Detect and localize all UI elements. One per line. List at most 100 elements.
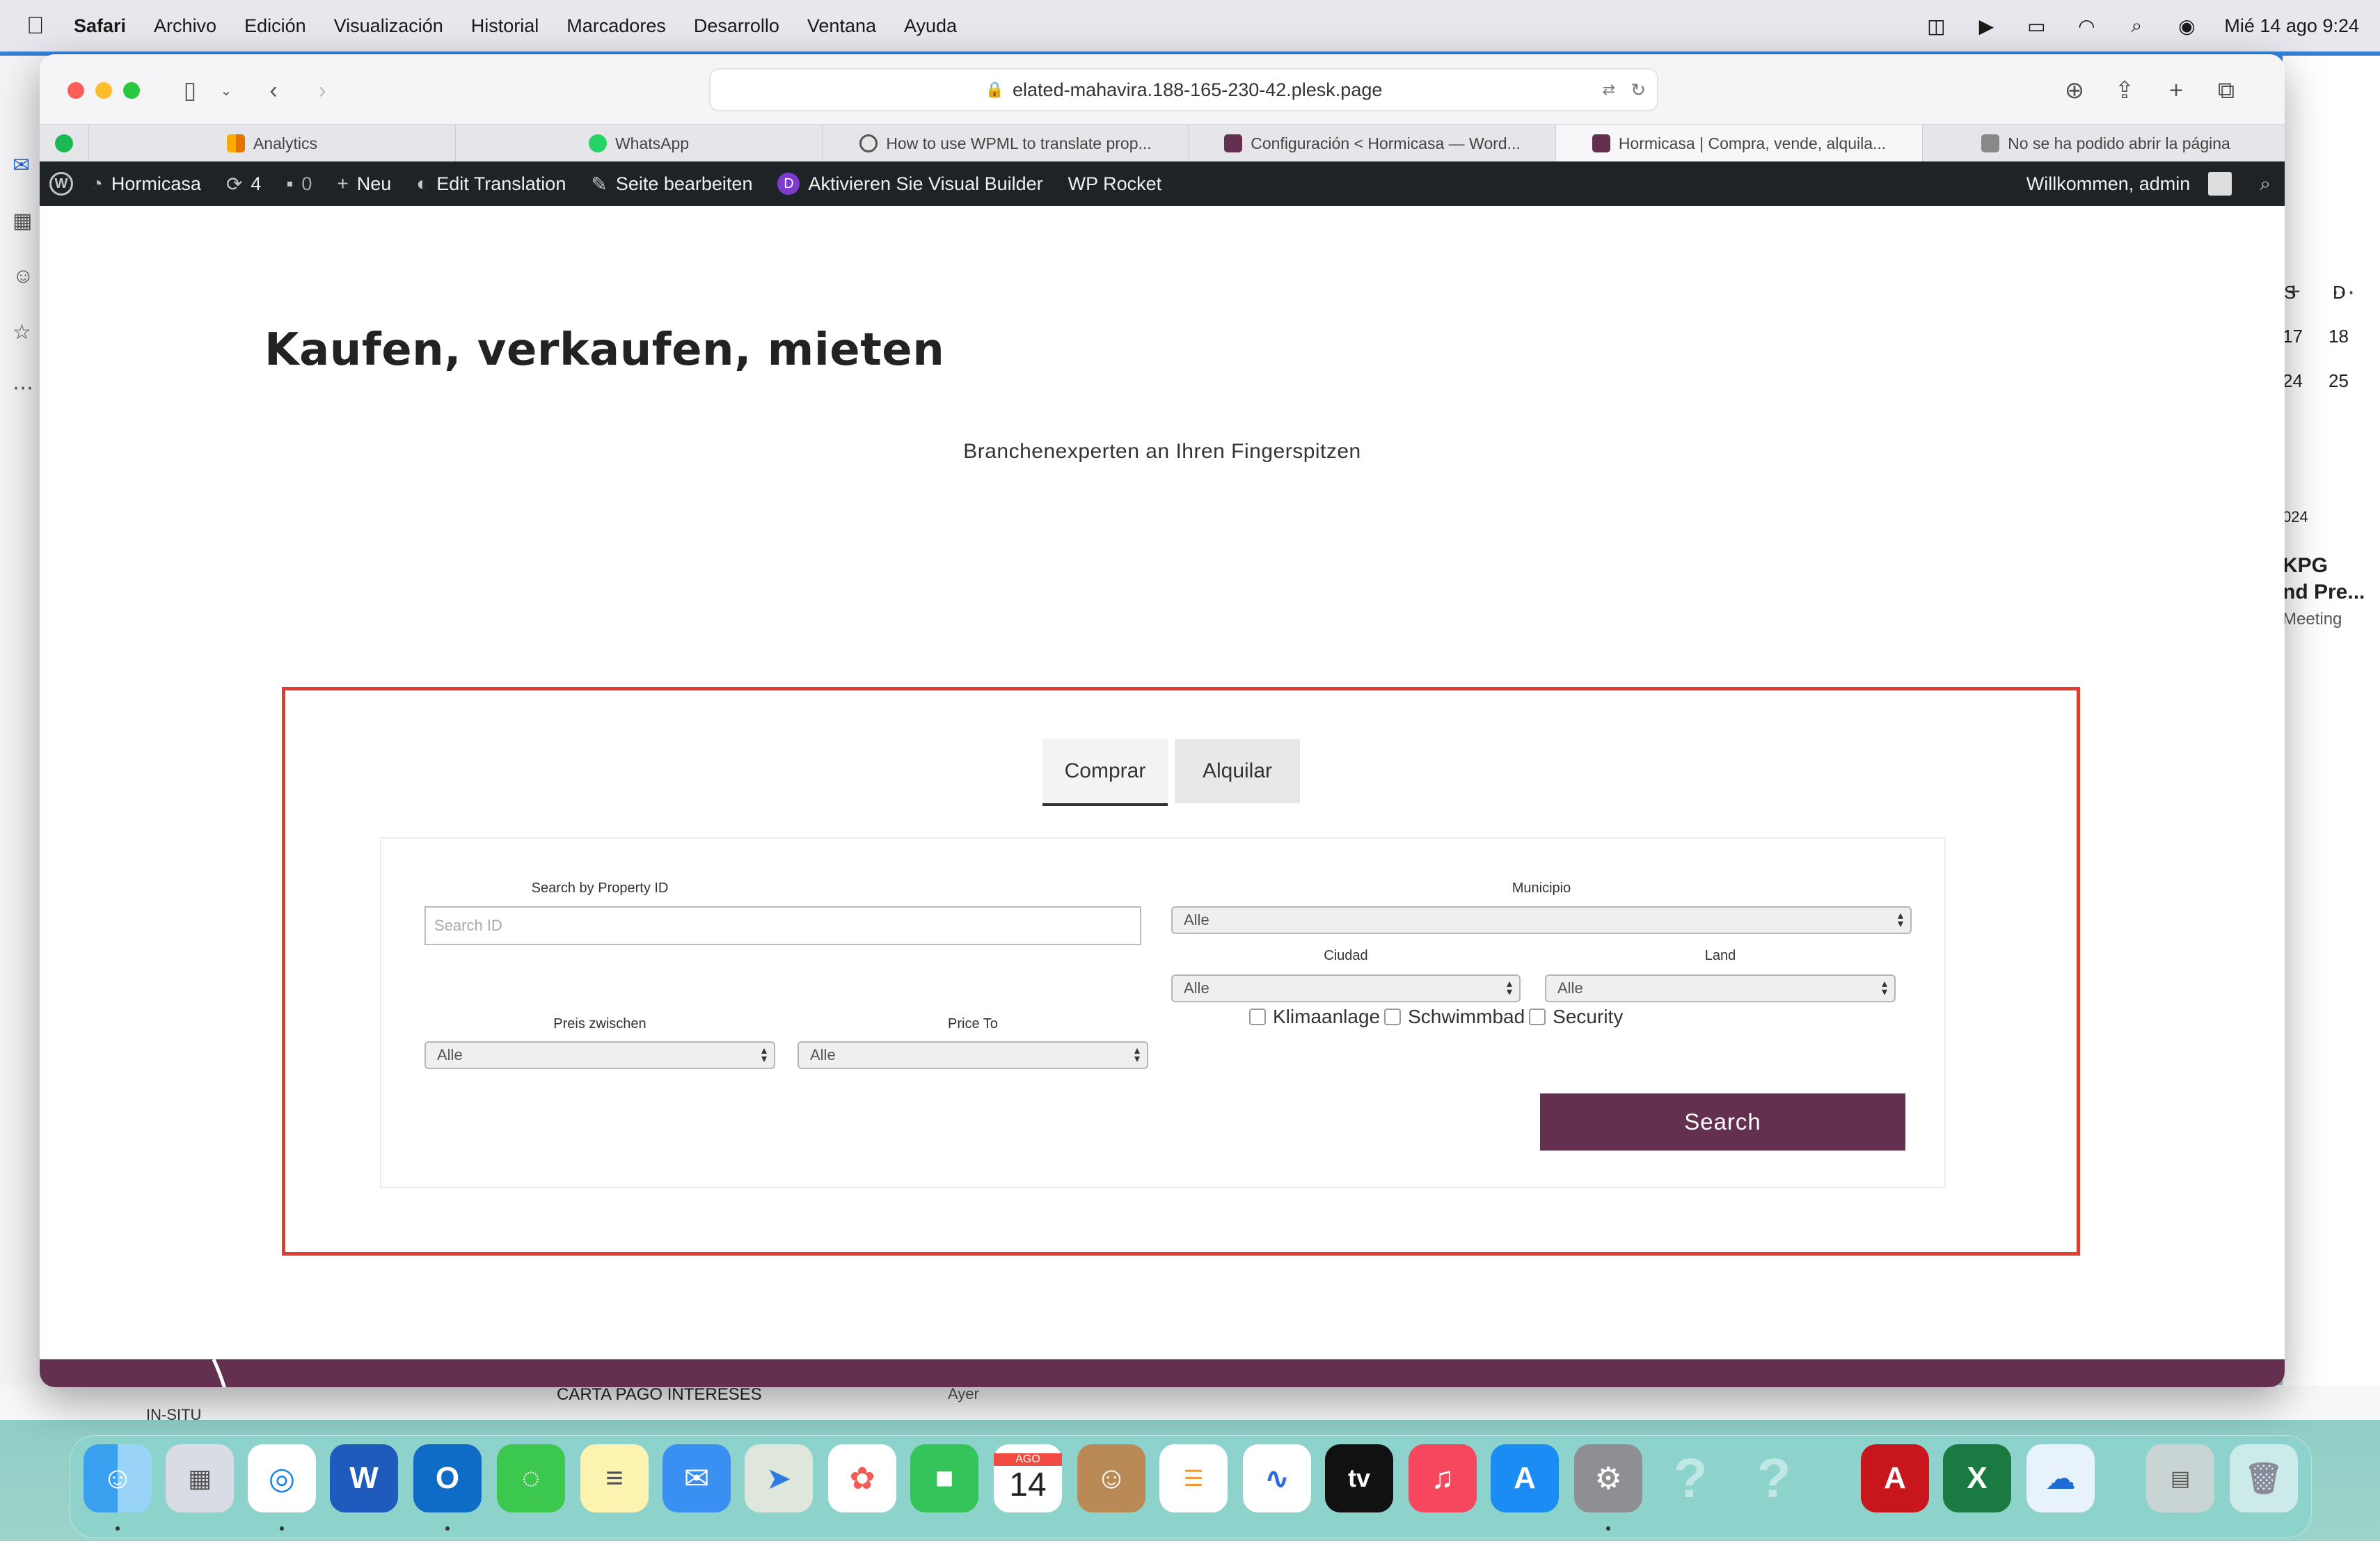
- mail-folder[interactable]: IN-SITU: [146, 1406, 201, 1424]
- back-icon[interactable]: ‹: [255, 72, 292, 109]
- tab-wpml[interactable]: How to use WPML to translate prop...: [823, 125, 1189, 162]
- notes-icon[interactable]: ≡: [580, 1444, 649, 1512]
- menu-ventana[interactable]: Ventana: [807, 15, 876, 37]
- tab-spotify[interactable]: [40, 125, 89, 162]
- contacts-icon[interactable]: ☺: [13, 264, 34, 288]
- sidebar-toggle-icon[interactable]: ▯: [172, 72, 208, 109]
- word-icon[interactable]: W: [330, 1444, 398, 1512]
- tab-configuracion[interactable]: Configuración < Hormicasa — Word...: [1189, 125, 1556, 162]
- close-window-button[interactable]: [68, 82, 84, 99]
- facetime-icon[interactable]: ■: [910, 1444, 978, 1512]
- tab-whatsapp[interactable]: WhatsApp: [456, 125, 823, 162]
- tab-analytics[interactable]: Analytics: [89, 125, 456, 162]
- control-center-icon[interactable]: ◉: [2174, 15, 2199, 37]
- battery-icon[interactable]: ▭: [2024, 15, 2049, 37]
- search-button[interactable]: Search: [1540, 1093, 1905, 1151]
- menu-visualizacion[interactable]: Visualización: [334, 15, 443, 37]
- trash-icon[interactable]: 🗑: [2230, 1444, 2298, 1512]
- calendar-day[interactable]: 18: [2329, 326, 2349, 347]
- share-icon[interactable]: ⇪: [2107, 72, 2143, 109]
- search-icon[interactable]: ⌕: [2260, 173, 2271, 196]
- edit-translation-link[interactable]: ◐ Edit Translation: [416, 173, 566, 195]
- download-icon[interactable]: ⊕: [2056, 72, 2093, 109]
- ciudad-select[interactable]: Alle ▴ ▾: [1171, 974, 1521, 1002]
- tab-overview-icon[interactable]: ⧉: [2208, 72, 2244, 109]
- new-content-link[interactable]: + Neu: [337, 173, 391, 195]
- outlook-status-icon[interactable]: ◫: [1923, 15, 1949, 37]
- app-store-icon[interactable]: A: [1491, 1444, 1559, 1512]
- calendar-icon[interactable]: AGO 14: [994, 1444, 1062, 1512]
- more-icon[interactable]: ⋯: [13, 376, 33, 400]
- checkbox[interactable]: [1529, 1009, 1546, 1025]
- mail-icon[interactable]: ✉: [663, 1444, 731, 1512]
- menu-archivo[interactable]: Archivo: [154, 15, 216, 37]
- visual-builder-link[interactable]: D Aktivieren Sie Visual Builder: [777, 173, 1043, 195]
- launchpad-icon[interactable]: ▦: [166, 1444, 234, 1512]
- mail-subject[interactable]: CARTA PAGO INTERESES: [557, 1385, 762, 1405]
- acrobat-icon[interactable]: A: [1861, 1444, 1929, 1512]
- tab-error[interactable]: No se ha podido abrir la página: [1923, 125, 2285, 162]
- reminders-icon[interactable]: ☰: [1159, 1444, 1228, 1512]
- forward-icon[interactable]: ›: [304, 72, 340, 109]
- minimize-window-button[interactable]: [95, 82, 112, 99]
- messages-icon[interactable]: ◌: [497, 1444, 565, 1512]
- checkbox-security[interactable]: Security: [1529, 1006, 1623, 1028]
- updates-link[interactable]: ⟳ 4: [226, 173, 262, 196]
- unknown-app-icon[interactable]: ?: [1740, 1444, 1808, 1512]
- menu-desarrollo[interactable]: Desarrollo: [694, 15, 779, 37]
- calendar-icon[interactable]: ▦: [13, 209, 32, 233]
- system-settings-icon[interactable]: ⚙: [1574, 1444, 1642, 1512]
- apple-tv-icon[interactable]: tv: [1325, 1444, 1393, 1512]
- music-icon[interactable]: ♫: [1409, 1444, 1477, 1512]
- menu-historial[interactable]: Historial: [471, 15, 539, 37]
- play-icon[interactable]: ▶: [1974, 15, 1999, 37]
- land-select[interactable]: Alle ▴ ▾: [1545, 974, 1896, 1002]
- price-to-select[interactable]: Alle ▴ ▾: [798, 1041, 1148, 1069]
- welcome-link[interactable]: Willkommen, admin: [2026, 173, 2191, 195]
- menu-ayuda[interactable]: Ayuda: [904, 15, 957, 37]
- checkbox-schwimmbad[interactable]: Schwimmbad: [1384, 1006, 1525, 1028]
- star-icon[interactable]: ☆: [13, 320, 31, 345]
- photos-icon[interactable]: ✿: [828, 1444, 896, 1512]
- checkbox[interactable]: [1249, 1009, 1266, 1025]
- contacts-icon[interactable]: ☺: [1077, 1444, 1145, 1512]
- edit-page-link[interactable]: ✎ Seite bearbeiten: [591, 173, 752, 196]
- apple-icon[interactable]: : [26, 13, 54, 40]
- event-title[interactable]: KPG: [2283, 554, 2328, 578]
- address-bar[interactable]: 🔒 elated-mahavira.188-165-230-42.plesk.p…: [709, 68, 1658, 111]
- translate-icon[interactable]: ⇄: [1603, 81, 1615, 99]
- zoom-window-button[interactable]: [123, 82, 140, 99]
- unknown-app-icon[interactable]: ?: [1656, 1444, 1724, 1512]
- document-stack-icon[interactable]: ▤: [2146, 1444, 2214, 1512]
- menu-edicion[interactable]: Edición: [244, 15, 306, 37]
- chevron-down-icon[interactable]: ⌄: [208, 72, 244, 109]
- excel-icon[interactable]: X: [1943, 1444, 2011, 1512]
- menubar-clock[interactable]: Mié 14 ago 9:24: [2224, 15, 2359, 37]
- avatar[interactable]: [2208, 172, 2232, 196]
- freeform-icon[interactable]: ∿: [1243, 1444, 1311, 1512]
- mail-icon[interactable]: ✉: [13, 153, 30, 177]
- menu-marcadores[interactable]: Marcadores: [566, 15, 666, 37]
- checkbox[interactable]: [1384, 1009, 1402, 1025]
- safari-icon[interactable]: ◎: [248, 1444, 316, 1512]
- menu-safari[interactable]: Safari: [74, 15, 126, 37]
- spotlight-search-icon[interactable]: ⌕: [2124, 15, 2149, 36]
- calendar-day[interactable]: 25: [2329, 370, 2349, 392]
- new-tab-icon[interactable]: +: [2158, 72, 2194, 109]
- reload-icon[interactable]: ↻: [1631, 79, 1646, 101]
- wordpress-logo-icon[interactable]: W: [49, 172, 73, 196]
- wp-rocket-link[interactable]: WP Rocket: [1068, 173, 1162, 195]
- checkbox-klimaanlage[interactable]: Klimaanlage: [1249, 1006, 1380, 1028]
- wifi-icon[interactable]: ◠: [2074, 15, 2099, 37]
- tab-hormicasa[interactable]: Hormicasa | Compra, vende, alquila...: [1556, 125, 1923, 162]
- tab-alquilar[interactable]: Alquilar: [1175, 739, 1300, 803]
- comments-link[interactable]: ▪ 0: [286, 173, 312, 195]
- finder-icon[interactable]: ☺: [84, 1444, 152, 1512]
- calendar-day[interactable]: 17: [2283, 326, 2303, 347]
- onedrive-icon[interactable]: ☁: [2026, 1444, 2095, 1512]
- price-from-select[interactable]: Alle ▴ ▾: [425, 1041, 775, 1069]
- tab-comprar[interactable]: Comprar: [1042, 739, 1168, 806]
- maps-icon[interactable]: ➤: [745, 1444, 813, 1512]
- calendar-day[interactable]: 24: [2283, 370, 2303, 392]
- municipio-select[interactable]: Alle ▴ ▾: [1171, 906, 1912, 934]
